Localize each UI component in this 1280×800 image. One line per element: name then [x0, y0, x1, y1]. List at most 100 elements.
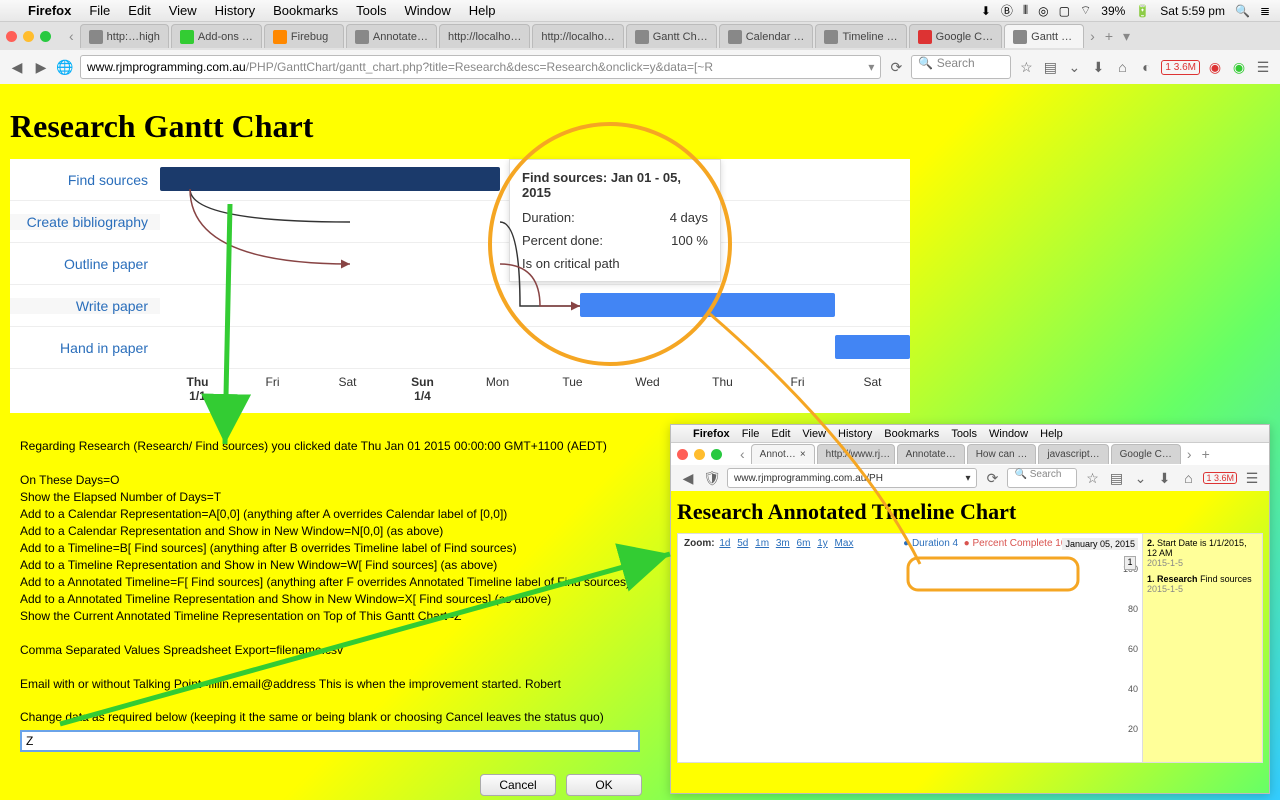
- gantt-row-hand-in-paper[interactable]: Hand in paper: [10, 327, 910, 369]
- nested-tab-4[interactable]: javascript…: [1038, 444, 1108, 464]
- menu-bookmarks[interactable]: Bookmarks: [273, 3, 338, 18]
- status-icon-target[interactable]: ◎: [1038, 4, 1048, 18]
- pocket-icon[interactable]: ⌄: [1065, 58, 1083, 76]
- window-controls[interactable]: [6, 31, 51, 42]
- tab-0[interactable]: http:…high: [80, 24, 169, 48]
- gantt-row-find-sources[interactable]: Find sources: [10, 159, 910, 201]
- dropdown-icon[interactable]: ▾: [965, 473, 970, 484]
- reload-button[interactable]: ⟳: [887, 58, 905, 76]
- download-icon[interactable]: ⬇: [981, 4, 991, 18]
- search-box[interactable]: 🔍 Search: [911, 55, 1011, 79]
- nested-tab-3[interactable]: How can …: [967, 444, 1037, 464]
- nested-tab-0[interactable]: Annot…×: [751, 444, 815, 464]
- annotated-timeline-chart[interactable]: Zoom: 1d 5d 1m 3m 6m 1y Max ● Duration 4…: [677, 533, 1263, 763]
- zoom-option[interactable]: Max: [835, 538, 854, 549]
- nested-search-box[interactable]: 🔍 Search: [1007, 468, 1077, 488]
- app-name[interactable]: Firefox: [28, 3, 71, 18]
- tab-9[interactable]: Google C…: [909, 24, 1002, 48]
- app-name[interactable]: Firefox: [693, 428, 730, 440]
- menu-edit[interactable]: Edit: [771, 428, 790, 440]
- annotation-item[interactable]: 2. Start Date is 1/1/2015, 12 AM2015-1-5: [1147, 538, 1258, 568]
- tab-2[interactable]: Firebug: [264, 24, 344, 48]
- airplay-icon[interactable]: ▢: [1059, 4, 1070, 18]
- menu-button[interactable]: ☰: [1254, 58, 1272, 76]
- download-button[interactable]: ⬇: [1089, 58, 1107, 76]
- wifi-icon[interactable]: ⌔: [1080, 3, 1091, 18]
- menu-bookmarks[interactable]: Bookmarks: [884, 428, 939, 440]
- menu-file[interactable]: File: [742, 428, 760, 440]
- bookmark-star-icon[interactable]: ☆: [1083, 469, 1101, 487]
- minimize-window-button[interactable]: [23, 31, 34, 42]
- status-icon-bars[interactable]: ⦀: [1023, 3, 1028, 18]
- close-window-button[interactable]: [6, 31, 17, 42]
- bookmark-star-icon[interactable]: ☆: [1017, 58, 1035, 76]
- menu-history[interactable]: History: [838, 428, 872, 440]
- url-bar[interactable]: www.rjmprogramming.com.au/PHP/GanttChart…: [80, 55, 881, 79]
- menu-window[interactable]: Window: [989, 428, 1028, 440]
- nested-tab-2[interactable]: Annotate…: [897, 444, 965, 464]
- gantt-row-create-bibliography[interactable]: Create bibliography: [10, 201, 910, 243]
- zoom-option[interactable]: 3m: [776, 538, 790, 549]
- zoom-option[interactable]: 6m: [797, 538, 811, 549]
- badge-counter[interactable]: 1 3.6M: [1203, 472, 1237, 484]
- menu-tools[interactable]: Tools: [356, 3, 386, 18]
- zoom-option[interactable]: 1m: [755, 538, 769, 549]
- spotlight-icon[interactable]: 🔍: [1235, 4, 1250, 18]
- gantt-chart[interactable]: Find sources Create bibliography Outline…: [10, 159, 910, 413]
- forward-button[interactable]: ▶: [32, 58, 50, 76]
- nested-url-bar[interactable]: www.rjmprogramming.com.au/PH▾: [727, 468, 977, 488]
- nested-tab-5[interactable]: Google C…: [1111, 444, 1181, 464]
- tab-4[interactable]: http://localho…: [439, 24, 530, 48]
- gantt-bar[interactable]: [160, 167, 500, 191]
- menu-edit[interactable]: Edit: [128, 3, 150, 18]
- nested-tab-1[interactable]: http://www.rj…: [817, 444, 895, 464]
- new-tab-button[interactable]: +: [1198, 446, 1214, 462]
- gantt-row-write-paper[interactable]: Write paper: [10, 285, 910, 327]
- home-button[interactable]: ⌂: [1179, 469, 1197, 487]
- tab-scroll-right[interactable]: ›: [1086, 28, 1099, 44]
- menu-list-icon[interactable]: ≣: [1260, 4, 1270, 18]
- reload-button[interactable]: ⟳: [983, 469, 1001, 487]
- clipboard-icon[interactable]: ▤: [1041, 58, 1059, 76]
- menu-help[interactable]: Help: [469, 3, 496, 18]
- menu-view[interactable]: View: [802, 428, 826, 440]
- prompt-input[interactable]: [20, 730, 640, 752]
- gantt-bar[interactable]: [835, 335, 910, 359]
- back-button[interactable]: ◀: [679, 469, 697, 487]
- annotation-item[interactable]: 1. Research Find sources2015-1-5: [1147, 574, 1258, 594]
- tab-10[interactable]: Gantt …: [1004, 24, 1084, 48]
- gantt-row-outline-paper[interactable]: Outline paper: [10, 243, 910, 285]
- tab-1[interactable]: Add-ons …: [171, 24, 262, 48]
- window-controls[interactable]: [677, 449, 722, 460]
- tab-list-button[interactable]: ▾: [1119, 28, 1134, 45]
- tab-5[interactable]: http://localho…: [532, 24, 623, 48]
- zoom-option[interactable]: 1d: [719, 538, 730, 549]
- menu-tools[interactable]: Tools: [951, 428, 977, 440]
- flag-marker-1[interactable]: 1: [1124, 556, 1136, 570]
- clock[interactable]: Sat 5:59 pm: [1160, 4, 1225, 18]
- zoom-window-button[interactable]: [40, 31, 51, 42]
- addon-icon-red[interactable]: ◉: [1206, 58, 1224, 76]
- badge-counter[interactable]: 1 3.6M: [1161, 60, 1200, 75]
- tab-8[interactable]: Timeline …: [815, 24, 906, 48]
- tab-scroll-right[interactable]: ›: [1183, 446, 1196, 462]
- download-button[interactable]: ⬇: [1155, 469, 1173, 487]
- clipboard-icon[interactable]: ▤: [1107, 469, 1125, 487]
- status-icon-b[interactable]: Ⓑ: [1001, 2, 1013, 19]
- close-tab-icon[interactable]: ×: [800, 449, 806, 460]
- new-tab-button[interactable]: +: [1101, 28, 1117, 44]
- menu-history[interactable]: History: [215, 3, 255, 18]
- menu-file[interactable]: File: [89, 3, 110, 18]
- menu-window[interactable]: Window: [405, 3, 451, 18]
- tab-3[interactable]: Annotate…: [346, 24, 437, 48]
- dropdown-icon[interactable]: ▾: [868, 60, 874, 74]
- addon-icon[interactable]: ◐: [1137, 58, 1155, 76]
- pocket-icon[interactable]: ⌄: [1131, 469, 1149, 487]
- tab-6[interactable]: Gantt Ch…: [626, 24, 717, 48]
- tab-7[interactable]: Calendar …: [719, 24, 814, 48]
- tab-scroll-left[interactable]: ‹: [736, 446, 749, 462]
- cancel-button[interactable]: Cancel: [480, 774, 556, 796]
- tab-scroll-left[interactable]: ‹: [65, 28, 78, 44]
- addon-icon-green[interactable]: ◉: [1230, 58, 1248, 76]
- home-button[interactable]: ⌂: [1113, 58, 1131, 76]
